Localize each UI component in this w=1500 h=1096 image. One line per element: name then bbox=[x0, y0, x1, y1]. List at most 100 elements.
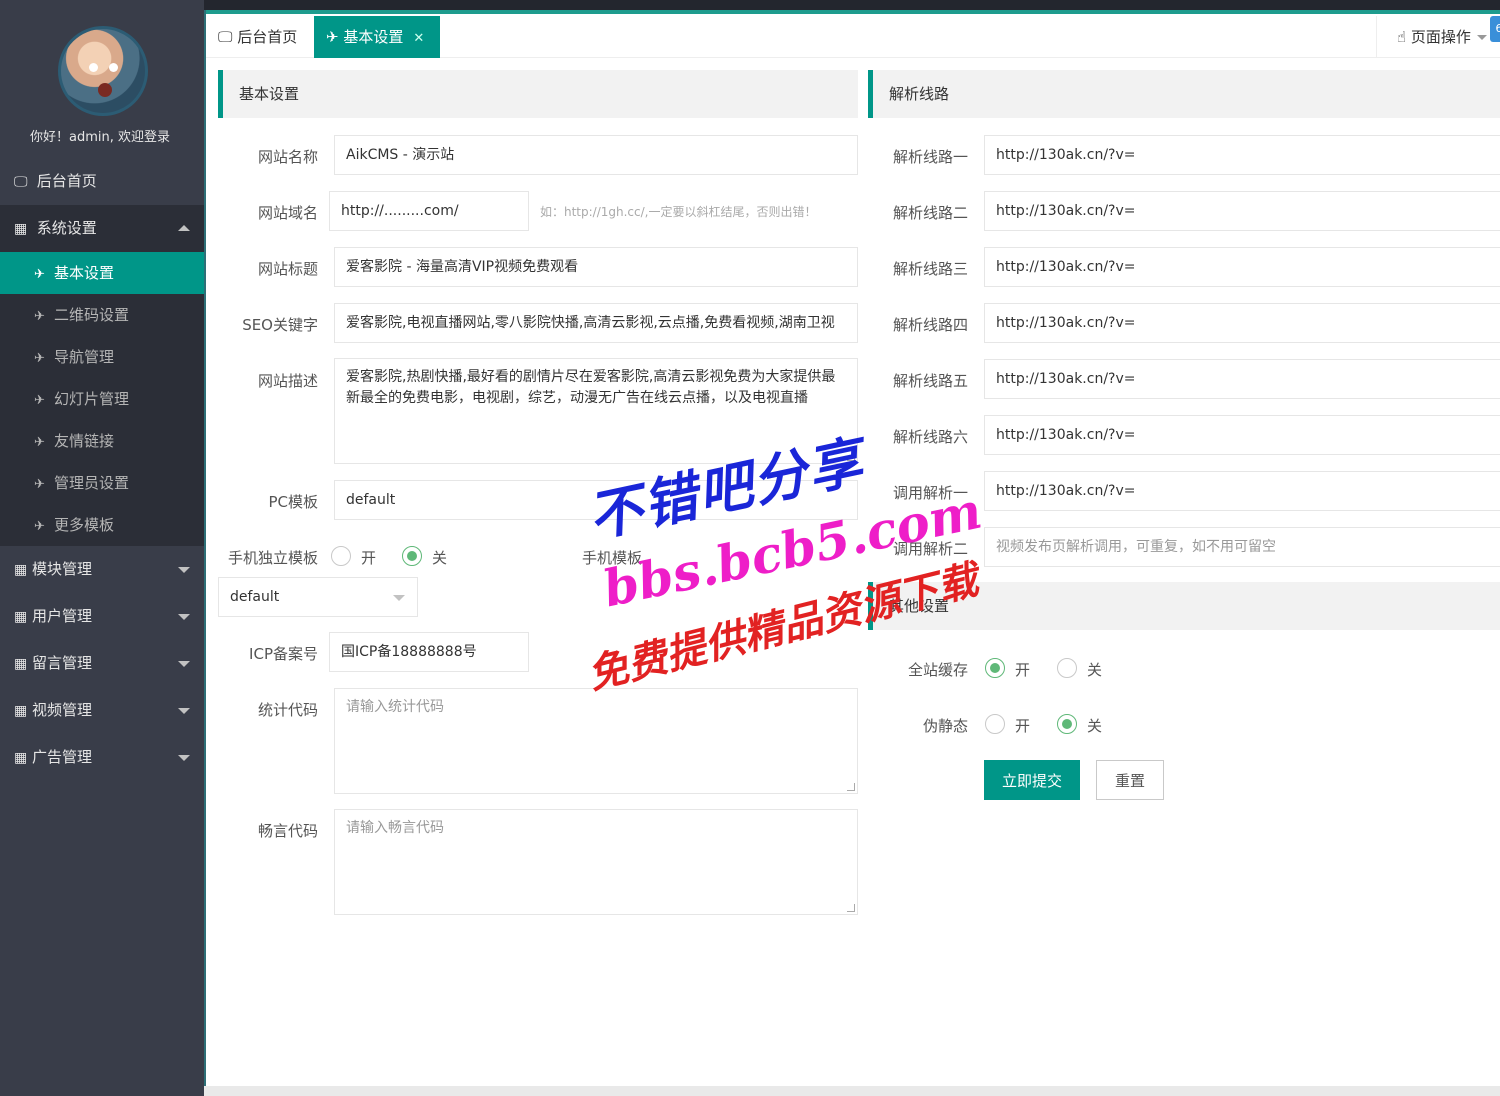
reset-button[interactable]: 重置 bbox=[1096, 760, 1164, 800]
radio-label-off: 关 bbox=[1087, 717, 1103, 735]
monitor-icon: 🖵 bbox=[14, 174, 28, 190]
section-basic-settings: 基本设置 bbox=[218, 70, 858, 118]
changyan-code-label: 畅言代码 bbox=[257, 822, 318, 840]
pc-template-input[interactable]: default bbox=[334, 480, 858, 520]
resize-grip-icon[interactable] bbox=[847, 783, 855, 791]
sidebar: 你好！admin, 欢迎登录 🖵 后台首页 ▦ 系统设置 ✈ 基本设置 ✈ 二维码设… bbox=[0, 0, 204, 1096]
sidebar-subitem-qrcode[interactable]: ✈ 二维码设置 bbox=[0, 294, 204, 336]
sidebar-item-messages[interactable]: ▦ 留言管理 bbox=[0, 640, 204, 687]
sidebar-subitem-nav[interactable]: ✈ 导航管理 bbox=[0, 336, 204, 378]
send-icon: ✈ bbox=[34, 267, 45, 282]
parse-line-input[interactable]: http://130ak.cn/?v= bbox=[984, 359, 1500, 399]
site-title-label: 网站标题 bbox=[257, 260, 318, 278]
sidebar-item-ads[interactable]: ▦ 广告管理 bbox=[0, 734, 204, 781]
radio-label-on: 开 bbox=[361, 549, 377, 567]
sidebar-item-videos[interactable]: ▦ 视频管理 bbox=[0, 687, 204, 734]
chevron-down-icon bbox=[178, 708, 190, 714]
sidebar-subitem-links[interactable]: ✈ 友情链接 bbox=[0, 420, 204, 462]
radio-label-on: 开 bbox=[1015, 717, 1031, 735]
sidebar-item-modules[interactable]: ▦ 模块管理 bbox=[0, 546, 204, 593]
pseudo-static-on-radio[interactable] bbox=[985, 714, 1005, 734]
sidebar-subitem-admins[interactable]: ✈ 管理员设置 bbox=[0, 462, 204, 504]
site-cache-on-radio[interactable] bbox=[985, 658, 1005, 678]
tab-home[interactable]: 🖵 后台首页 bbox=[206, 16, 309, 58]
sidebar-item-label: 管理员设置 bbox=[54, 474, 130, 492]
stat-code-textarea[interactable]: 请输入统计代码 bbox=[334, 688, 858, 794]
top-bar bbox=[0, 0, 1500, 10]
seo-keywords-label: SEO关键字 bbox=[242, 316, 318, 334]
welcome-text: 你好！admin, 欢迎登录 bbox=[30, 130, 170, 145]
chevron-up-icon bbox=[178, 225, 190, 231]
mobile-template-off-radio[interactable] bbox=[402, 546, 422, 566]
sidebar-item-label: 后台首页 bbox=[36, 172, 97, 190]
call-parse-2-input[interactable]: 视频发布页解析调用，可重复，如不用可留空 bbox=[984, 527, 1500, 567]
sidebar-subitem-slides[interactable]: ✈ 幻灯片管理 bbox=[0, 378, 204, 420]
icp-label: ICP备案号 bbox=[249, 645, 318, 663]
chevron-down-icon bbox=[178, 614, 190, 620]
tab-label: 基本设置 bbox=[343, 28, 404, 46]
chevron-down-icon bbox=[178, 755, 190, 761]
parse-line-label: 解析线路五 bbox=[892, 372, 968, 390]
pseudo-static-off-radio[interactable] bbox=[1057, 714, 1077, 734]
icp-input[interactable]: 国ICP备18888888号 bbox=[329, 632, 529, 672]
parse-line-input[interactable]: http://130ak.cn/?v= bbox=[984, 135, 1500, 175]
parse-line-input[interactable]: http://130ak.cn/?v= bbox=[984, 415, 1500, 455]
avatar-eye bbox=[89, 63, 98, 72]
tab-basic-settings[interactable]: ✈ 基本设置 ✕ bbox=[314, 16, 440, 58]
send-icon: ✈ bbox=[34, 435, 45, 450]
sidebar-item-home[interactable]: 🖵 后台首页 bbox=[0, 158, 204, 205]
sidebar-item-label: 更多模板 bbox=[54, 516, 115, 534]
tab-bar: 🖵 后台首页 ✈ 基本设置 ✕ ☝ 页面操作 6 bbox=[206, 10, 1500, 58]
sidebar-item-label: 用户管理 bbox=[32, 607, 93, 625]
close-icon[interactable]: ✕ bbox=[413, 31, 424, 46]
page-operations-menu[interactable]: ☝ 页面操作 bbox=[1376, 16, 1500, 58]
grid-icon: ▦ bbox=[14, 609, 28, 625]
stat-code-label: 统计代码 bbox=[257, 701, 318, 719]
mobile-template-on-radio[interactable] bbox=[331, 546, 351, 566]
site-name-label: 网站名称 bbox=[257, 148, 318, 166]
sidebar-item-label: 基本设置 bbox=[54, 264, 115, 282]
sidebar-item-label: 二维码设置 bbox=[54, 306, 130, 324]
domain-input[interactable]: http://.........com/ bbox=[329, 191, 529, 231]
corner-badge[interactable]: 6 bbox=[1490, 16, 1500, 42]
radio-label-off: 关 bbox=[432, 549, 448, 567]
sidebar-item-label: 幻灯片管理 bbox=[54, 390, 130, 408]
domain-label: 网站域名 bbox=[257, 204, 318, 222]
grid-icon: ▦ bbox=[14, 703, 28, 719]
send-icon: ✈ bbox=[34, 309, 45, 324]
sidebar-item-label: 留言管理 bbox=[32, 654, 93, 672]
parse-line-input[interactable]: http://130ak.cn/?v= bbox=[984, 247, 1500, 287]
bottom-strip bbox=[204, 1086, 1500, 1096]
call-parse-input[interactable]: http://130ak.cn/?v= bbox=[984, 471, 1500, 511]
sidebar-subitem-templates[interactable]: ✈ 更多模板 bbox=[0, 504, 204, 546]
domain-hint: 如：http://1gh.cc/,一定要以斜杠结尾，否则出错！ bbox=[540, 205, 817, 219]
parse-line-label: 解析线路二 bbox=[892, 204, 968, 222]
resize-grip-icon[interactable] bbox=[847, 453, 855, 461]
grid-icon: ▦ bbox=[14, 221, 28, 237]
parse-line-input[interactable]: http://130ak.cn/?v= bbox=[984, 191, 1500, 231]
site-title-input[interactable]: 爱客影院 - 海量高清VIP视频免费观看 bbox=[334, 247, 858, 287]
sidebar-submenu: ✈ 基本设置 ✈ 二维码设置 ✈ 导航管理 ✈ 幻灯片管理 ✈ 友情链接 ✈ 管理员设置 ✈… bbox=[0, 252, 204, 546]
sidebar-item-users[interactable]: ▦ 用户管理 bbox=[0, 593, 204, 640]
submit-button[interactable]: 立即提交 bbox=[984, 760, 1080, 800]
sidebar-subitem-basic[interactable]: ✈ 基本设置 bbox=[0, 252, 204, 294]
resize-grip-icon[interactable] bbox=[847, 904, 855, 912]
avatar-eye bbox=[109, 63, 118, 72]
sidebar-item-system[interactable]: ▦ 系统设置 bbox=[0, 205, 204, 252]
grid-icon: ▦ bbox=[14, 656, 28, 672]
site-name-input[interactable]: AikCMS - 演示站 bbox=[334, 135, 858, 175]
call-parse-2-label: 调用解析二 bbox=[892, 540, 968, 558]
seo-keywords-input[interactable]: 爱客影院,电视直播网站,零八影院快播,高清云影视,云点播,免费看视频,湖南卫视 bbox=[334, 303, 858, 343]
avatar-mouth bbox=[98, 83, 112, 97]
site-cache-off-radio[interactable] bbox=[1057, 658, 1077, 678]
avatar[interactable] bbox=[58, 26, 148, 116]
changyan-code-textarea[interactable]: 请输入畅言代码 bbox=[334, 809, 858, 915]
parse-line-label: 解析线路一 bbox=[892, 148, 968, 166]
sidebar-nav: 🖵 后台首页 ▦ 系统设置 ✈ 基本设置 ✈ 二维码设置 ✈ 导航管理 ✈ 幻灯片管理 … bbox=[0, 158, 204, 781]
site-desc-textarea[interactable]: 爱客影院,热剧快播,最好看的剧情片尽在爱客影院,高清云影视免费为大家提供最新最全… bbox=[334, 358, 858, 464]
tab-bar-accent bbox=[206, 10, 1500, 14]
parse-line-input[interactable]: http://130ak.cn/?v= bbox=[984, 303, 1500, 343]
sidebar-item-label: 视频管理 bbox=[32, 701, 93, 719]
mobile-template-select[interactable]: default bbox=[218, 577, 418, 617]
chevron-down-icon bbox=[393, 595, 405, 601]
